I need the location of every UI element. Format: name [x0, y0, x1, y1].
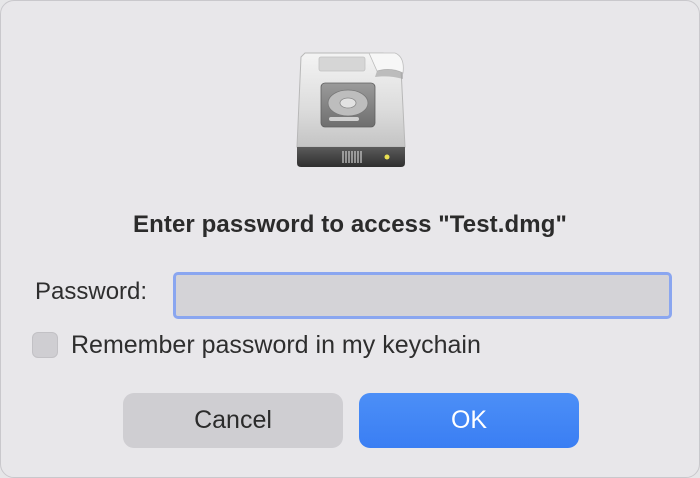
- cancel-button[interactable]: Cancel: [123, 393, 343, 448]
- disk-image-icon: [296, 52, 406, 167]
- dialog-title: Enter password to access "Test.dmg": [133, 211, 567, 238]
- remember-password-checkbox[interactable]: [32, 332, 58, 358]
- password-label: Password:: [35, 278, 148, 305]
- password-dialog: Enter password to access "Test.dmg" Pass…: [0, 0, 700, 478]
- remember-password-label[interactable]: Remember password in my keychain: [71, 331, 481, 360]
- password-input[interactable]: [173, 272, 672, 319]
- ok-button[interactable]: OK: [359, 393, 579, 448]
